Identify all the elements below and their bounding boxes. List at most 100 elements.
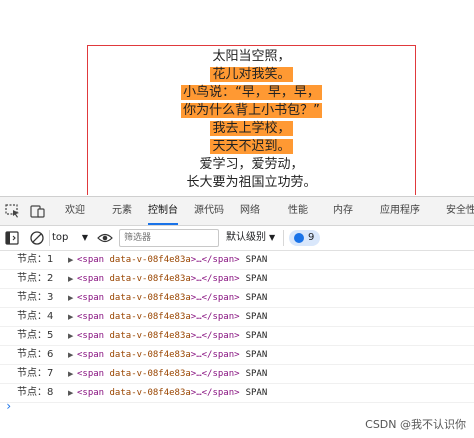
toolbar-divider (283, 230, 284, 246)
toolbar-divider (49, 230, 50, 246)
log-type: SPAN (245, 350, 268, 360)
log-tag: <span (77, 388, 105, 398)
log-tag: <span (77, 274, 105, 284)
devtools-panel: 欢迎 元素 控制台 源代码 网络 性能 内存 应用程序 安全性 top ▼ 默 (0, 196, 474, 438)
tab-console[interactable]: 控制台 (148, 197, 178, 225)
tab-elements[interactable]: 元素 (112, 197, 132, 225)
poem-line: 爱学习，爱劳动， (88, 156, 415, 174)
context-selector[interactable]: top ▼ (52, 229, 90, 247)
log-label: 节点：4 (17, 311, 54, 322)
expand-arrow-icon[interactable]: ▶ (68, 346, 73, 364)
log-attr: data-v-08f4e83a (109, 255, 191, 265)
console-log-row: 节点：8 ▶ <span data-v-08f4e83a>…</span> SPA… (0, 384, 474, 403)
console-log-row: 节点：2 ▶ <span data-v-08f4e83a>…</span> SPA… (0, 270, 474, 289)
context-value: top (52, 232, 69, 243)
devtools-tab-bar: 欢迎 元素 控制台 源代码 网络 性能 内存 应用程序 安全性 (0, 197, 474, 226)
log-tag-rest: >…</span> (190, 293, 240, 303)
poem-line: 花儿对我笑。 (88, 66, 415, 84)
log-label: 节点：6 (17, 349, 54, 360)
tab-sources[interactable]: 源代码 (194, 197, 224, 225)
log-type: SPAN (245, 293, 268, 303)
log-tag-rest: >…</span> (190, 312, 240, 322)
log-element[interactable]: <span data-v-08f4e83a>…</span> SPAN (77, 251, 267, 269)
log-element[interactable]: <span data-v-08f4e83a>…</span> SPAN (77, 270, 267, 288)
log-label: 节点：5 (17, 330, 54, 341)
poem-line-text: 天天不迟到。 (210, 139, 293, 154)
log-tag: <span (77, 331, 105, 341)
tab-memory[interactable]: 内存 (333, 197, 353, 225)
log-type: SPAN (245, 274, 268, 284)
console-log-row: 节点：1 ▶ <span data-v-08f4e83a>…</span> SPA… (0, 251, 474, 270)
live-expression-icon[interactable] (97, 230, 113, 246)
log-level-value: 默认级别 (226, 232, 266, 243)
log-tag: <span (77, 312, 105, 322)
log-level-selector[interactable]: 默认级别 ▼ (226, 229, 275, 247)
console-log-row: 节点：7 ▶ <span data-v-08f4e83a>…</span> SPA… (0, 365, 474, 384)
expand-arrow-icon[interactable]: ▶ (68, 327, 73, 345)
inspect-icon[interactable] (5, 204, 21, 218)
poem-line-text: 太阳当空照， (212, 49, 291, 64)
log-type: SPAN (245, 331, 268, 341)
log-element[interactable]: <span data-v-08f4e83a>…</span> SPAN (77, 384, 267, 402)
log-label: 节点：8 (17, 387, 54, 398)
log-tag: <span (77, 350, 105, 360)
console-log-row: 节点：6 ▶ <span data-v-08f4e83a>…</span> SPA… (0, 346, 474, 365)
tab-application[interactable]: 应用程序 (380, 197, 420, 225)
console-log-row: 节点：5 ▶ <span data-v-08f4e83a>…</span> SPA… (0, 327, 474, 346)
expand-arrow-icon[interactable]: ▶ (68, 270, 73, 288)
poem-line: 我去上学校， (88, 120, 415, 138)
log-element[interactable]: <span data-v-08f4e83a>…</span> SPAN (77, 327, 267, 345)
log-label: 节点：2 (17, 273, 54, 284)
log-attr: data-v-08f4e83a (109, 293, 191, 303)
expand-arrow-icon[interactable]: ▶ (68, 251, 73, 269)
poem-line-text: 长大要为祖国立功劳。 (186, 175, 317, 190)
poem-line: 天天不迟到。 (88, 138, 415, 156)
caret-down-icon: ▼ (269, 233, 276, 242)
log-type: SPAN (245, 388, 268, 398)
expand-arrow-icon[interactable]: ▶ (68, 365, 73, 383)
sidebar-toggle-icon[interactable] (5, 230, 19, 246)
console-toolbar: top ▼ 默认级别▼ 9 (0, 226, 474, 251)
log-tag-rest: >…</span> (190, 369, 240, 379)
poem: 太阳当空照， 花儿对我笑。 小鸟说：“早，早，早， 你为什么背上小书包？” 我去… (88, 48, 415, 192)
log-label: 节点：7 (17, 368, 54, 379)
poem-line: 小鸟说：“早，早，早， (88, 84, 415, 102)
log-tag: <span (77, 293, 105, 303)
device-toggle-icon[interactable] (30, 204, 46, 218)
log-element[interactable]: <span data-v-08f4e83a>…</span> SPAN (77, 346, 267, 364)
poem-line-text: 我去上学校， (210, 121, 293, 136)
issues-icon (294, 233, 304, 243)
poem-line: 你为什么背上小书包？” (88, 102, 415, 120)
console-log-list: 节点：1 ▶ <span data-v-08f4e83a>…</span> SPA… (0, 251, 474, 403)
issues-badge[interactable]: 9 (289, 230, 320, 246)
tab-welcome[interactable]: 欢迎 (65, 197, 85, 225)
log-tag-rest: >…</span> (190, 388, 240, 398)
expand-arrow-icon[interactable]: ▶ (68, 289, 73, 307)
poem-line-text: 花儿对我笑。 (210, 67, 293, 82)
log-label: 节点：1 (17, 254, 54, 265)
log-tag-rest: >…</span> (190, 331, 240, 341)
poem-line-text: 小鸟说：“早，早，早， (181, 85, 322, 100)
poem-line-text: 爱学习，爱劳动， (199, 157, 304, 172)
log-attr: data-v-08f4e83a (109, 274, 191, 284)
tab-performance[interactable]: 性能 (288, 197, 308, 225)
log-type: SPAN (245, 312, 268, 322)
log-tag: <span (77, 255, 105, 265)
expand-arrow-icon[interactable]: ▶ (68, 308, 73, 326)
tab-network[interactable]: 网络 (240, 197, 260, 225)
poem-line: 太阳当空照， (88, 48, 415, 66)
console-log-row: 节点：4 ▶ <span data-v-08f4e83a>…</span> SPA… (0, 308, 474, 327)
log-attr: data-v-08f4e83a (109, 388, 191, 398)
log-element[interactable]: <span data-v-08f4e83a>…</span> SPAN (77, 308, 267, 326)
filter-input[interactable] (119, 229, 219, 247)
tab-security[interactable]: 安全性 (446, 197, 474, 225)
log-element[interactable]: <span data-v-08f4e83a>…</span> SPAN (77, 365, 267, 383)
clear-console-icon[interactable] (29, 230, 45, 246)
expand-arrow-icon[interactable]: ▶ (68, 384, 73, 402)
log-element[interactable]: <span data-v-08f4e83a>…</span> SPAN (77, 289, 267, 307)
poem-line: 长大要为祖国立功劳。 (88, 174, 415, 192)
log-tag-rest: >…</span> (190, 350, 240, 360)
watermark: CSDN @我不认识你 (365, 418, 466, 431)
log-attr: data-v-08f4e83a (109, 369, 191, 379)
console-prompt[interactable]: › (5, 399, 12, 413)
